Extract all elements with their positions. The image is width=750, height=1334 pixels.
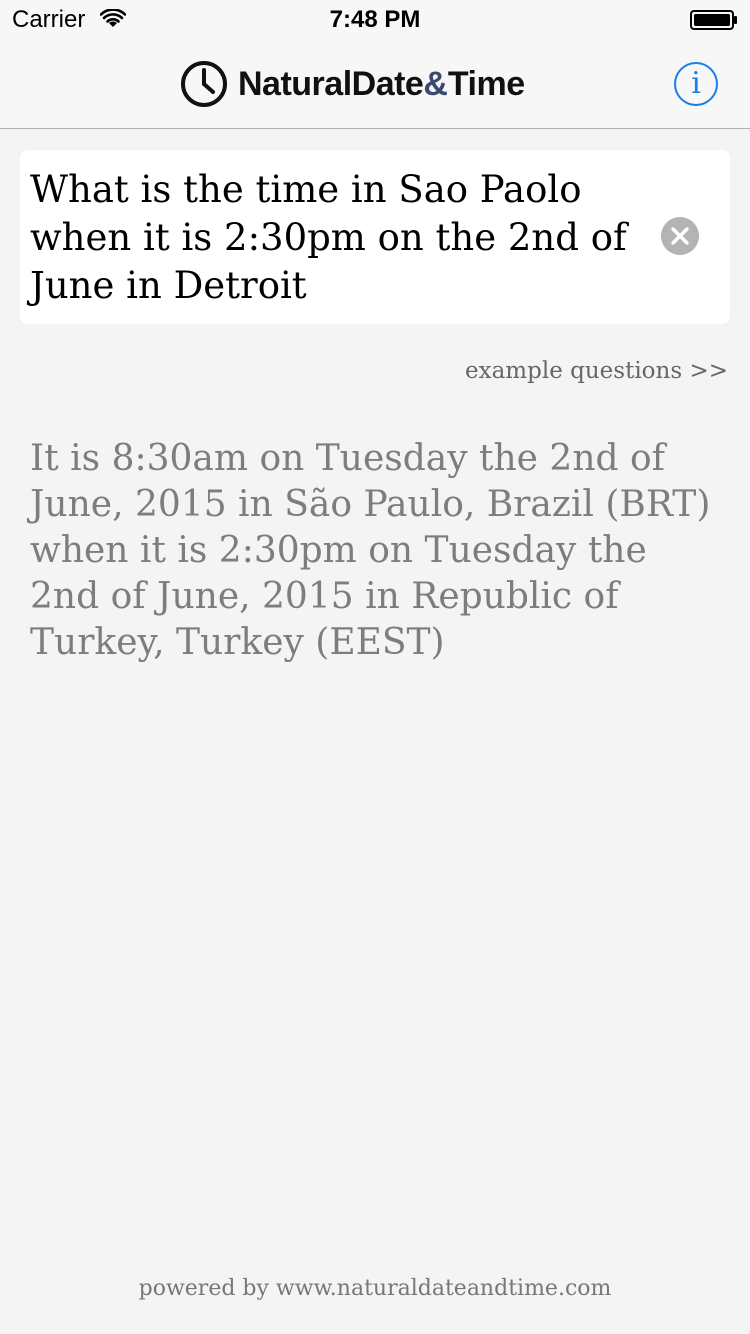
answer-text: It is 8:30am on Tuesday the 2nd of June,… <box>30 438 711 663</box>
clock-icon <box>181 61 227 107</box>
battery-icon <box>690 10 737 30</box>
navigation-bar: NaturalDate & Time i <box>0 40 750 129</box>
logo-text-time: Time <box>447 64 525 103</box>
footer-powered-by[interactable]: powered by www.naturaldateandtime.com <box>0 1276 750 1301</box>
example-questions-link[interactable]: example questions >> <box>465 358 728 384</box>
logo-ampersand: & <box>423 64 448 103</box>
status-time: 7:48 PM <box>329 6 421 33</box>
logo-text-natural-date: NaturalDate <box>238 64 424 103</box>
info-icon: i <box>691 66 701 101</box>
status-bar: Carrier 7:48 PM <box>0 0 750 40</box>
app-logo: NaturalDate & Time <box>180 58 525 110</box>
clear-icon[interactable] <box>661 217 699 255</box>
info-button[interactable]: i <box>674 62 718 106</box>
query-input-box[interactable]: What is the time in Sao Paolo when it is… <box>20 150 730 324</box>
query-input[interactable]: What is the time in Sao Paolo when it is… <box>30 166 630 310</box>
